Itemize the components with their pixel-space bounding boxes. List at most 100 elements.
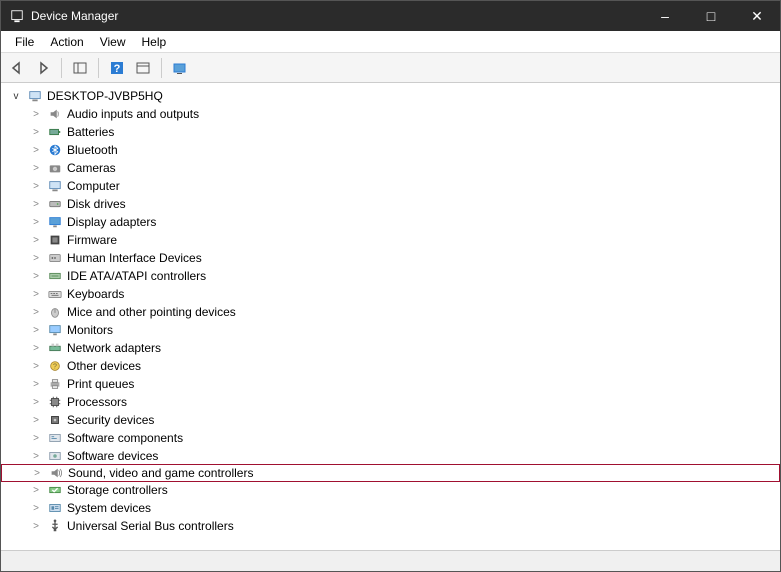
expand-icon[interactable]: > xyxy=(29,431,43,445)
device-tree-panel[interactable]: v DESKTOP-JVBP5HQ > Audio inputs and outp… xyxy=(1,83,780,551)
category-label: Network adapters xyxy=(67,341,161,355)
expand-icon[interactable]: > xyxy=(30,466,44,480)
keyboard-icon xyxy=(47,286,63,302)
expand-icon[interactable]: > xyxy=(29,501,43,515)
category-label: Software devices xyxy=(67,449,158,463)
scan-hardware-button[interactable] xyxy=(168,56,192,80)
tree-category-node[interactable]: >Disk drives xyxy=(1,195,780,213)
maximize-button[interactable]: □ xyxy=(688,1,734,31)
expand-icon[interactable]: > xyxy=(29,359,43,373)
svg-text:?: ? xyxy=(53,364,57,371)
tree-category-node[interactable]: > Human Interface Devices xyxy=(1,249,780,267)
expand-icon[interactable]: > xyxy=(29,519,43,533)
expand-icon[interactable]: > xyxy=(29,197,43,211)
tree-category-node[interactable]: > Mice and other pointing devices xyxy=(1,303,780,321)
category-label: Monitors xyxy=(67,323,113,337)
toolbar-separator xyxy=(161,58,162,78)
network-icon xyxy=(47,340,63,356)
expand-icon[interactable]: > xyxy=(29,413,43,427)
tree-category-node[interactable]: > Network adapters xyxy=(1,339,780,357)
toolbar-separator xyxy=(98,58,99,78)
menu-file[interactable]: File xyxy=(7,33,42,51)
expand-icon[interactable]: > xyxy=(29,341,43,355)
display-icon xyxy=(47,214,63,230)
expand-icon[interactable]: > xyxy=(29,395,43,409)
tree-category-node[interactable]: >Firmware xyxy=(1,231,780,249)
cpu-icon xyxy=(47,394,63,410)
expand-icon[interactable]: > xyxy=(29,233,43,247)
tree-category-node[interactable]: > Audio inputs and outputs xyxy=(1,105,780,123)
tree-category-node[interactable]: >Cameras xyxy=(1,159,780,177)
tree-category-node[interactable]: > Security devices xyxy=(1,411,780,429)
tree-category-node[interactable]: > Storage controllers xyxy=(1,481,780,499)
category-label: Storage controllers xyxy=(67,483,168,497)
expand-icon[interactable]: > xyxy=(29,287,43,301)
ide-icon xyxy=(47,268,63,284)
category-label: Display adapters xyxy=(67,215,156,229)
menu-help[interactable]: Help xyxy=(134,33,175,51)
expand-icon[interactable]: > xyxy=(29,323,43,337)
expand-icon[interactable]: > xyxy=(29,143,43,157)
other-icon: ? xyxy=(47,358,63,374)
tree-category-node[interactable]: > Bluetooth xyxy=(1,141,780,159)
tree-category-node[interactable]: > System devices xyxy=(1,499,780,517)
statusbar xyxy=(1,551,780,571)
tree-category-node[interactable]: > Monitors xyxy=(1,321,780,339)
minimize-button[interactable]: – xyxy=(642,1,688,31)
app-icon xyxy=(9,8,25,24)
help-button[interactable]: ? xyxy=(105,56,129,80)
swdev-icon xyxy=(47,448,63,464)
show-hide-console-tree-button[interactable] xyxy=(68,56,92,80)
tree-category-node[interactable]: >Universal Serial Bus controllers xyxy=(1,517,780,535)
tree-category-node[interactable]: > Keyboards xyxy=(1,285,780,303)
forward-button[interactable] xyxy=(31,56,55,80)
category-label: Bluetooth xyxy=(67,143,118,157)
tree-category-node[interactable]: >Sound, video and game controllers xyxy=(1,464,780,482)
expand-icon[interactable]: > xyxy=(29,125,43,139)
camera-icon xyxy=(47,160,63,176)
swcomp-icon xyxy=(47,430,63,446)
expand-icon[interactable]: > xyxy=(29,305,43,319)
expand-icon[interactable]: > xyxy=(29,269,43,283)
firmware-icon xyxy=(47,232,63,248)
back-button[interactable] xyxy=(5,56,29,80)
expand-icon[interactable]: > xyxy=(29,449,43,463)
tree-category-node[interactable]: > Print queues xyxy=(1,375,780,393)
category-label: Keyboards xyxy=(67,287,124,301)
hid-icon xyxy=(47,250,63,266)
menu-action[interactable]: Action xyxy=(42,33,91,51)
tree-category-node[interactable]: >Software components xyxy=(1,429,780,447)
expand-icon[interactable]: > xyxy=(29,251,43,265)
expand-icon[interactable]: > xyxy=(29,483,43,497)
category-label: Mice and other pointing devices xyxy=(67,305,236,319)
category-label: System devices xyxy=(67,501,151,515)
tree-category-node[interactable]: >Computer xyxy=(1,177,780,195)
tree-category-node[interactable]: >IDE ATA/ATAPI controllers xyxy=(1,267,780,285)
audio-icon xyxy=(47,106,63,122)
expand-icon[interactable]: > xyxy=(29,107,43,121)
tree-category-node[interactable]: >Processors xyxy=(1,393,780,411)
root-label: DESKTOP-JVBP5HQ xyxy=(47,89,163,103)
category-label: Print queues xyxy=(67,377,134,391)
toolbar: ? xyxy=(1,53,780,83)
expand-icon[interactable]: > xyxy=(29,179,43,193)
category-label: Audio inputs and outputs xyxy=(67,107,199,121)
tree-category-node[interactable]: > Display adapters xyxy=(1,213,780,231)
collapse-icon[interactable]: v xyxy=(9,89,23,103)
expand-icon[interactable]: > xyxy=(29,215,43,229)
expand-icon[interactable]: > xyxy=(29,377,43,391)
category-label: Human Interface Devices xyxy=(67,251,202,265)
security-icon xyxy=(47,412,63,428)
tree-category-node[interactable]: >Batteries xyxy=(1,123,780,141)
menu-view[interactable]: View xyxy=(92,33,134,51)
close-button[interactable]: ✕ xyxy=(734,1,780,31)
tree-category-node[interactable]: > Software devices xyxy=(1,447,780,465)
properties-button[interactable] xyxy=(131,56,155,80)
battery-icon xyxy=(47,124,63,140)
category-label: Security devices xyxy=(67,413,154,427)
tree-category-node[interactable]: >?Other devices xyxy=(1,357,780,375)
expand-icon[interactable]: > xyxy=(29,161,43,175)
mouse-icon xyxy=(47,304,63,320)
storage-icon xyxy=(47,482,63,498)
tree-root-node[interactable]: v DESKTOP-JVBP5HQ xyxy=(1,87,780,105)
